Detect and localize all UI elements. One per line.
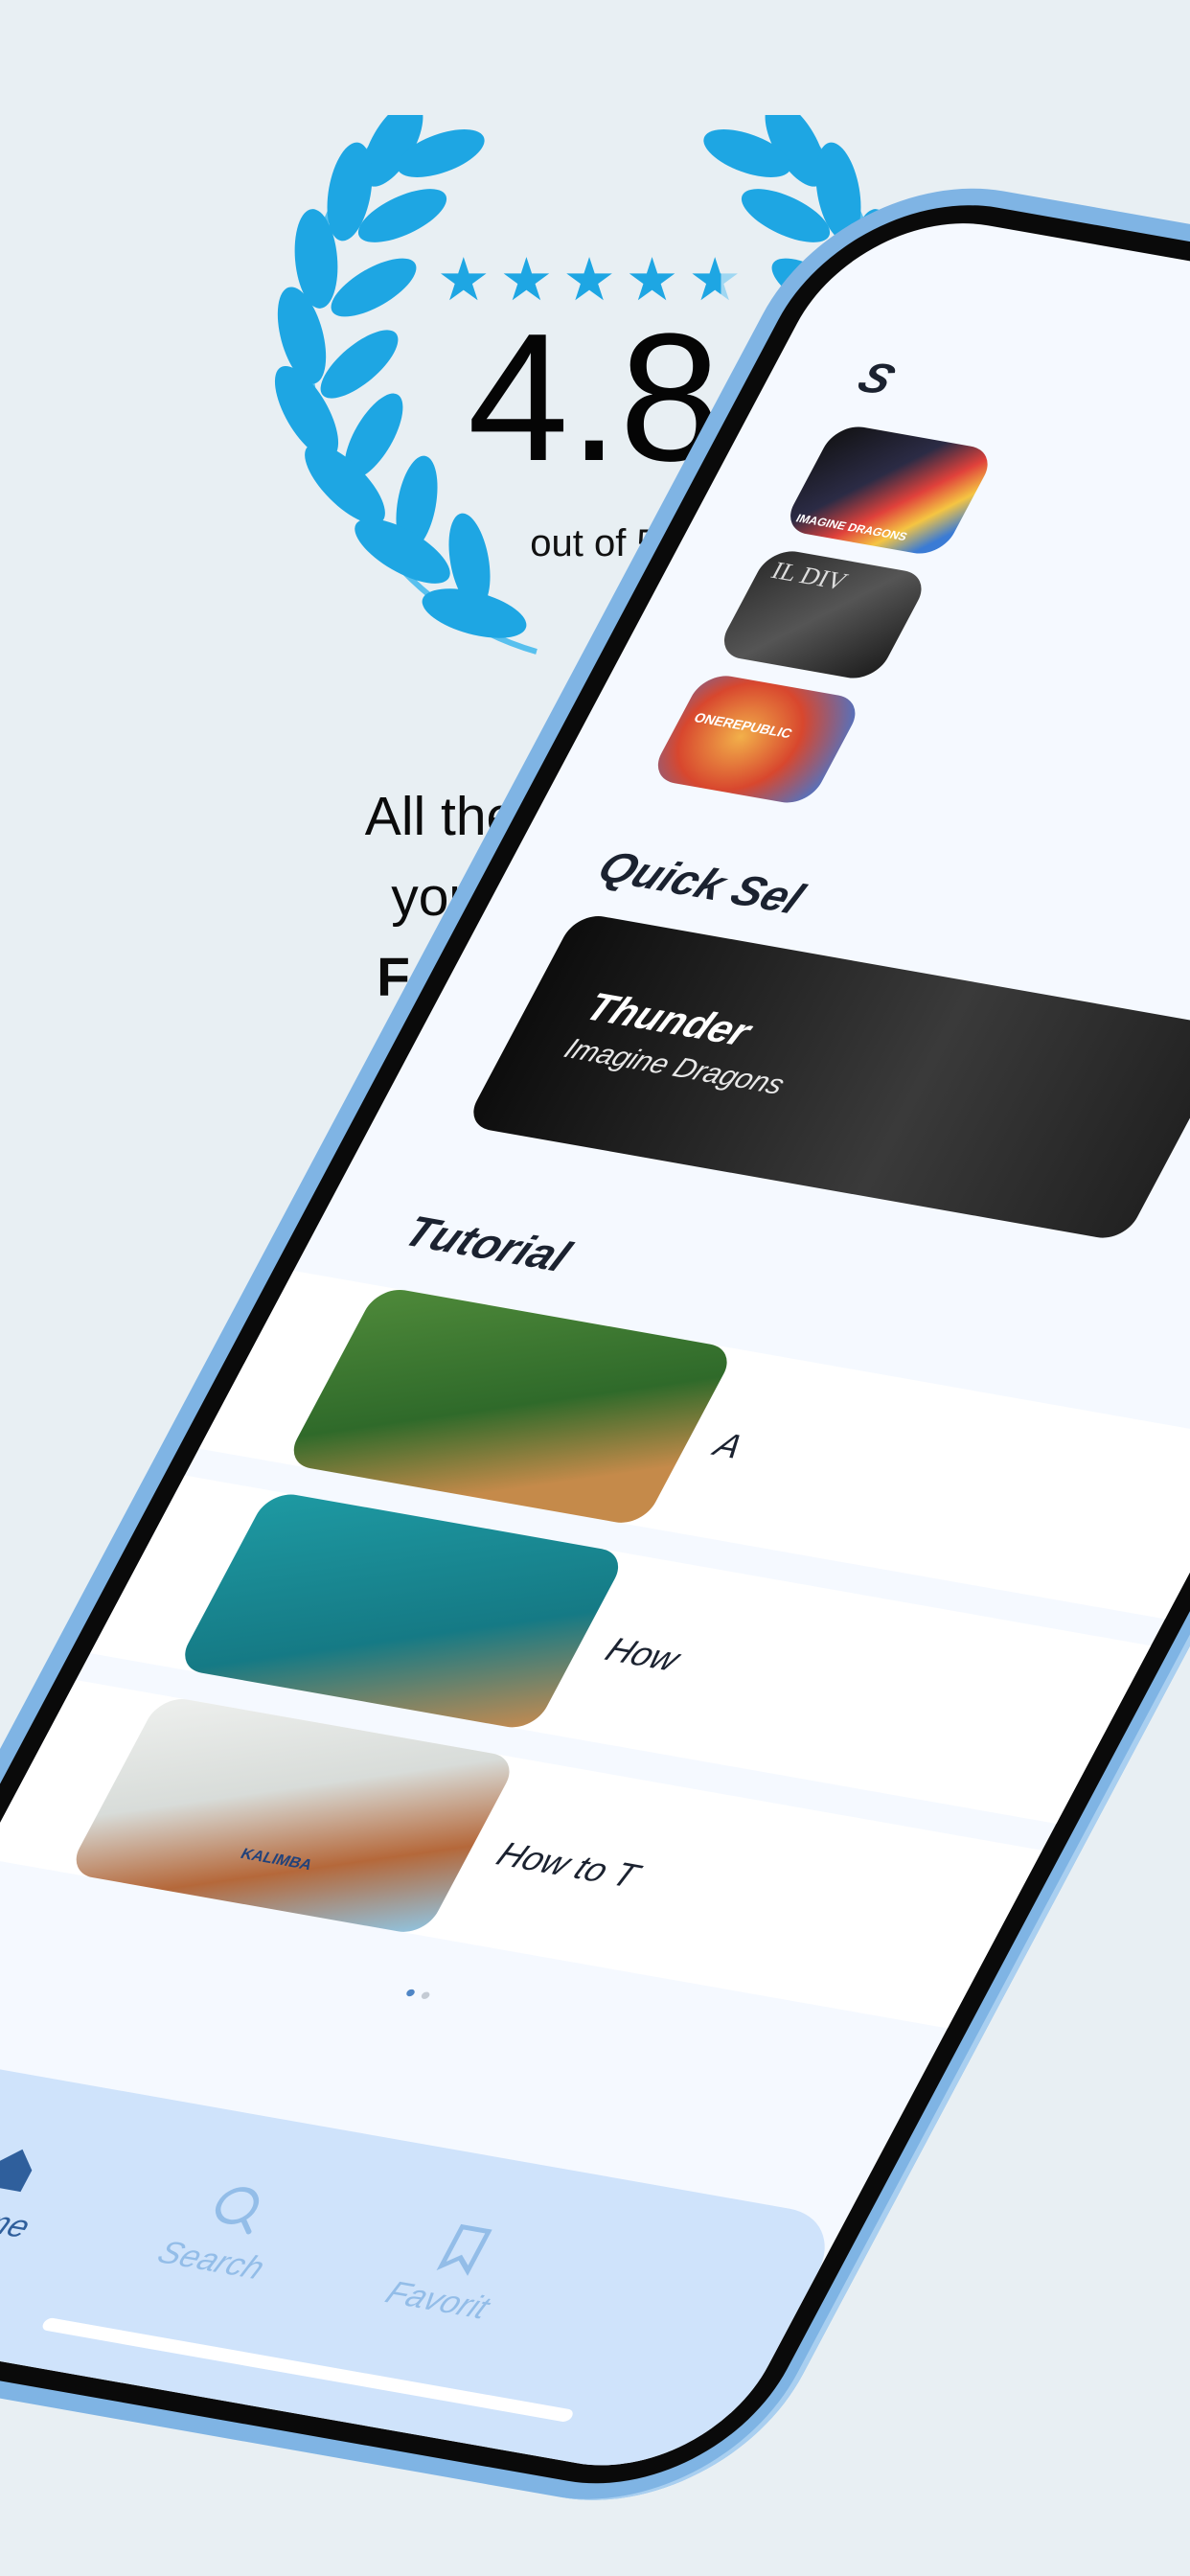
tab-favorites-label: Favorit (379, 2274, 496, 2327)
page-dot: ● (416, 1985, 436, 2005)
page-indicator[interactable]: ● ● (400, 1982, 436, 2005)
feature-card[interactable]: Thunder Imagine Dragons (463, 911, 1190, 1243)
tab-search-label: Search (150, 2234, 271, 2287)
phone-device: S IMAGINE DRAGONS IL DIV ONEREPUBLIC Qui… (0, 163, 1190, 2526)
tutorial-label-1: A (707, 1425, 750, 1466)
tutorial-thumb-3-label: KALIMBA (237, 1846, 315, 1874)
phone-screen: S IMAGINE DRAGONS IL DIV ONEREPUBLIC Qui… (0, 202, 1190, 2486)
tutorial-thumb-3: KALIMBA (66, 1694, 520, 1937)
tutorial-label-2: How (599, 1629, 687, 1679)
tutorial-label-3: How to T (490, 1834, 647, 1896)
search-icon (215, 2187, 260, 2235)
home-icon (0, 2149, 33, 2193)
app-store-screenshot: { "rating": { "value": "4.8", "out_of": … (0, 0, 1190, 2576)
section-title-top: S (850, 352, 904, 404)
tab-search[interactable]: Search (98, 2164, 356, 2296)
tutorial-thumb-1 (284, 1285, 738, 1528)
tab-favorites[interactable]: Favorit (324, 2204, 583, 2336)
section-title-quick-select: Quick Sel (589, 841, 812, 923)
section-title-tutorial: Tutorial (396, 1206, 580, 1281)
tutorial-thumb-2 (174, 1490, 629, 1732)
album-thumb-2[interactable]: IL DIV (714, 547, 932, 682)
phone-mockup: S IMAGINE DRAGONS IL DIV ONEREPUBLIC Qui… (0, 0, 1190, 2576)
album-thumb-2-label: IL DIV (767, 556, 853, 596)
album-thumb-1-label: IMAGINE DRAGONS (793, 511, 910, 543)
bookmark-icon (436, 2223, 492, 2276)
album-thumb-3-label: ONEREPUBLIC (691, 709, 795, 742)
album-thumb-3[interactable]: ONEREPUBLIC (648, 671, 865, 807)
album-thumb-1[interactable]: IMAGINE DRAGONS (780, 423, 998, 558)
